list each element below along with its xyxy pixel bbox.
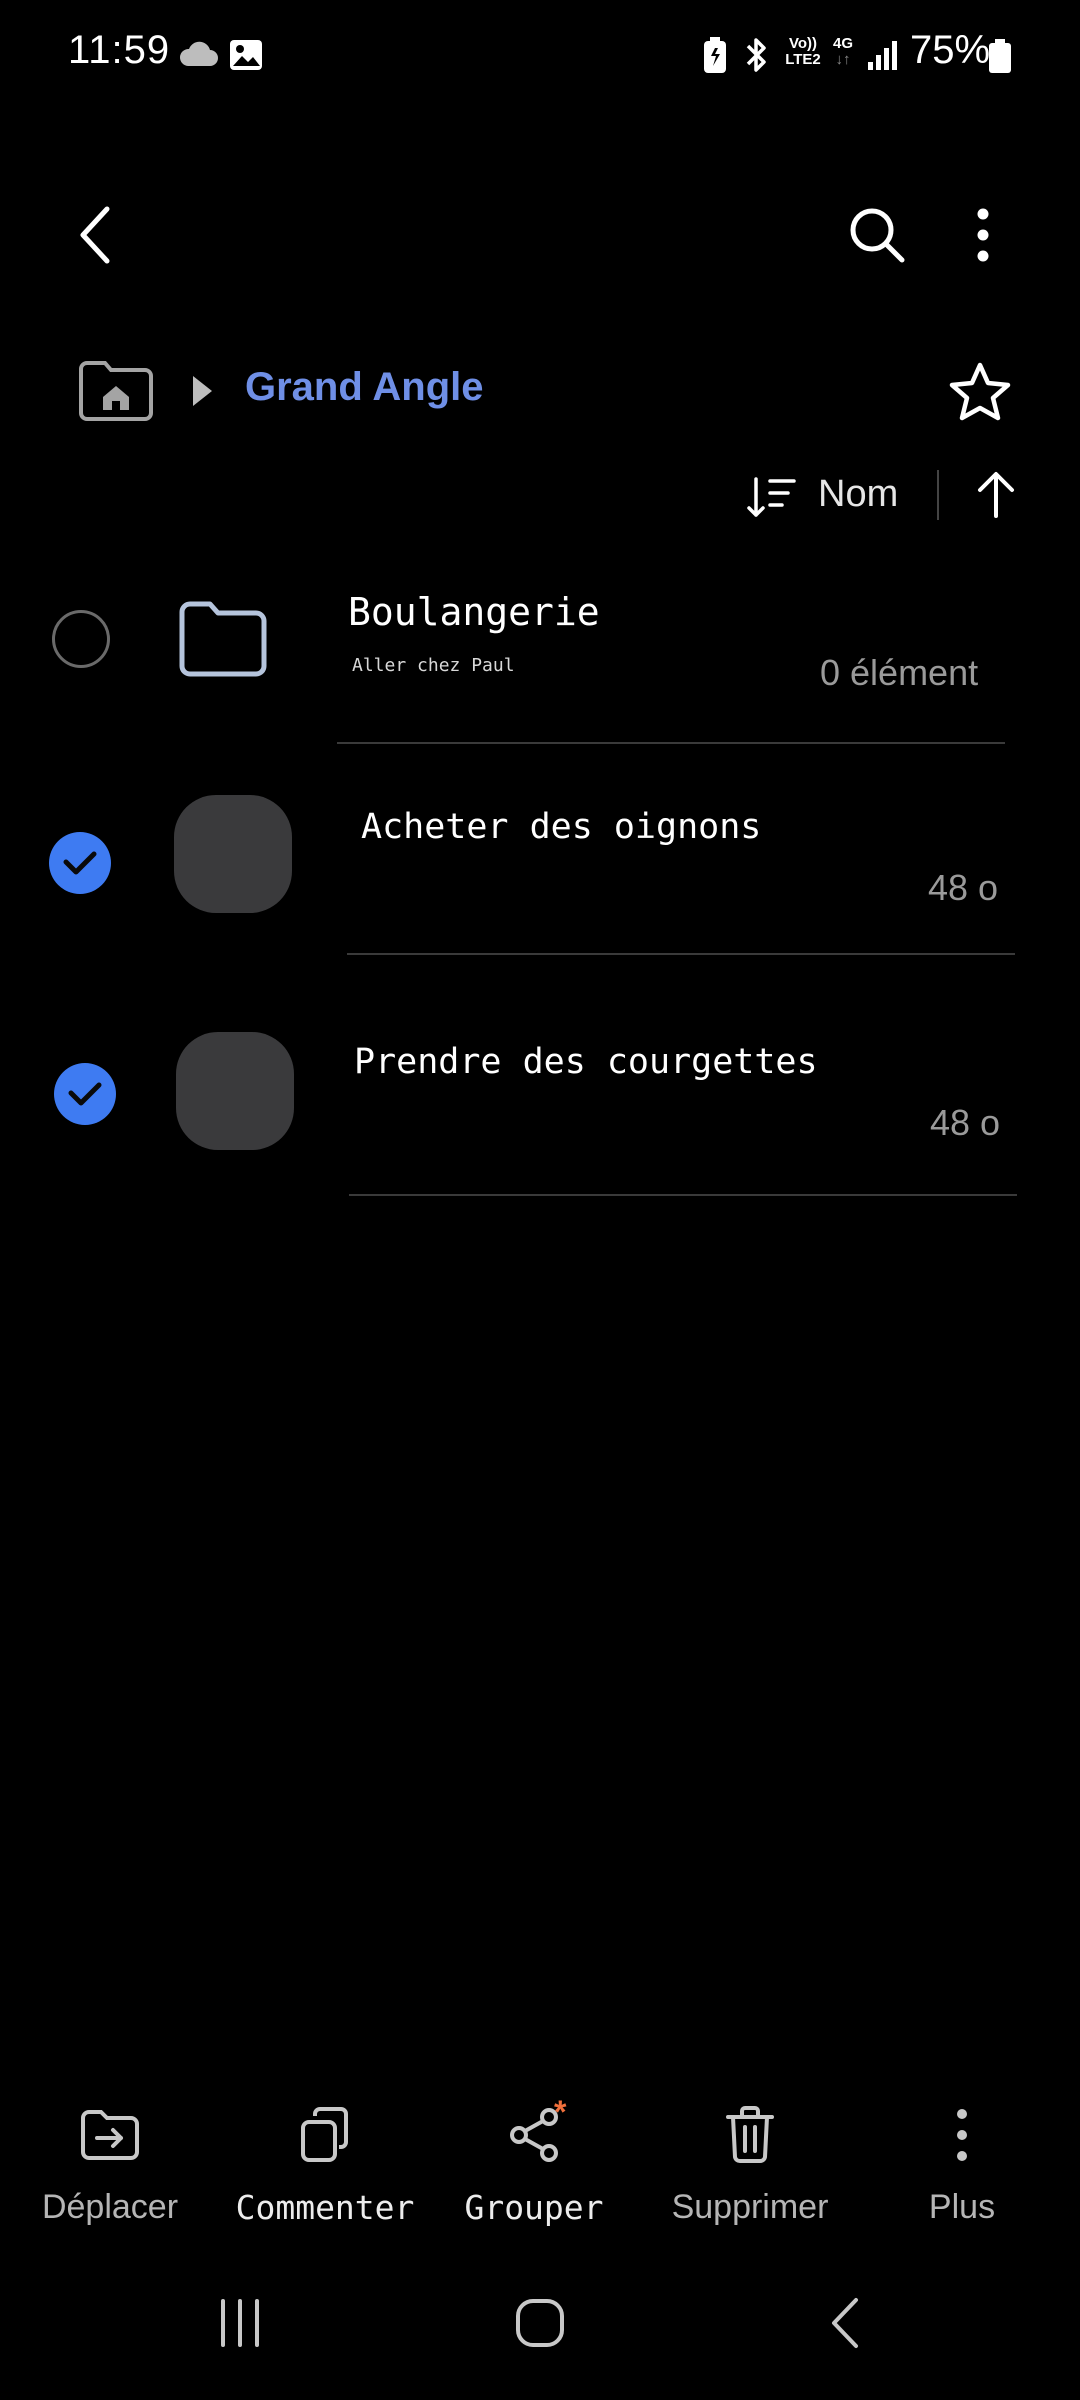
check-icon (63, 851, 97, 875)
network-type-indicator: 4G ↓↑ (832, 35, 853, 68)
item-meta: 0 élément (820, 652, 979, 693)
cloud-icon (179, 41, 218, 66)
back-nav-button[interactable] (805, 2290, 885, 2356)
breadcrumb-separator-icon (193, 376, 212, 406)
item-subtitle: Aller chez Paul (352, 655, 515, 676)
folder-icon (179, 601, 267, 677)
move-button[interactable]: Déplacer (10, 2100, 210, 2240)
item-meta: 48 o (928, 867, 999, 908)
move-label: Déplacer (41, 2188, 179, 2226)
recent-apps-button[interactable] (200, 2290, 280, 2356)
group-button[interactable]: * Grouper (434, 2094, 634, 2240)
list-item[interactable]: Boulangerie Aller chez Paul 0 élément (0, 570, 1080, 745)
back-button[interactable] (60, 200, 130, 270)
home-nav-button[interactable] (500, 2290, 580, 2356)
search-button[interactable] (840, 198, 914, 272)
file-thumbnail (174, 795, 292, 913)
status-time: 11:59 (68, 28, 171, 72)
sort-order-button[interactable] (742, 470, 802, 524)
file-thumbnail (176, 1032, 294, 1150)
battery-percent: 75% (910, 28, 991, 72)
more-actions-button[interactable]: Plus (862, 2100, 1062, 2240)
selection-checkbox[interactable] (49, 832, 111, 894)
share-icon (510, 2108, 558, 2162)
arrow-up-icon (978, 472, 1014, 518)
row-divider (349, 1194, 1017, 1196)
row-divider (347, 953, 1015, 955)
trash-icon (726, 2106, 774, 2163)
copy-icon (301, 2107, 348, 2162)
battery-icon (989, 39, 1011, 73)
row-divider (337, 742, 1005, 744)
sort-label[interactable]: Nom (818, 473, 898, 516)
delete-label: Supprimer (671, 2188, 829, 2226)
screen: 11:59 Vo)) LTE2 4G ↓↑ 75% Grand Angle No… (0, 0, 1080, 2400)
bluetooth-icon (746, 38, 766, 72)
home-folder-icon (79, 361, 153, 421)
more-vert-icon (977, 208, 989, 262)
group-label: Grouper (464, 2188, 604, 2227)
comment-button[interactable]: Commenter (225, 2100, 425, 2240)
sort-direction-button[interactable] (968, 466, 1024, 524)
item-meta: 48 o (930, 1102, 1001, 1143)
home-button[interactable] (76, 356, 156, 424)
more-options-button[interactable] (950, 200, 1016, 270)
battery-saver-icon (704, 37, 726, 73)
image-icon (230, 40, 262, 70)
star-outline-icon (949, 362, 1011, 421)
search-icon (850, 208, 905, 263)
comment-label: Commenter (235, 2188, 415, 2227)
signal-icon (868, 41, 897, 70)
volte-indicator: Vo)) LTE2 (785, 35, 821, 68)
home-nav-icon (516, 2299, 564, 2347)
selection-checkbox[interactable] (54, 1063, 116, 1125)
item-title: Prendre des courgettes (354, 1042, 818, 1082)
delete-button[interactable]: Supprimer (650, 2100, 850, 2240)
status-bar: 11:59 Vo)) LTE2 4G ↓↑ 75% (0, 0, 1080, 110)
recent-apps-icon (221, 2299, 259, 2347)
back-nav-icon (832, 2298, 858, 2348)
back-arrow-icon (80, 206, 110, 264)
breadcrumb-current-folder[interactable]: Grand Angle (245, 365, 484, 410)
list-item[interactable]: Prendre des courgettes 48 o (0, 1010, 1080, 1200)
list-item[interactable]: Acheter des oignons 48 o (0, 775, 1080, 960)
new-badge: * (554, 2094, 567, 2130)
item-title: Acheter des oignons (361, 807, 762, 847)
sort-divider (937, 470, 939, 520)
selection-checkbox[interactable] (52, 610, 110, 668)
move-icon (81, 2110, 139, 2160)
favorite-button[interactable] (944, 356, 1016, 428)
sort-lines-icon (747, 477, 796, 517)
more-vert-icon (957, 2109, 967, 2161)
more-label: Plus (928, 2188, 996, 2226)
item-title: Boulangerie (348, 590, 600, 634)
check-icon (68, 1082, 102, 1106)
